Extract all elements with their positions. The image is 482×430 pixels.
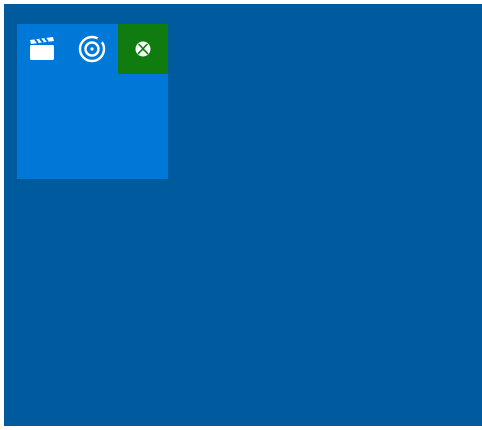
tile-group	[17, 24, 168, 179]
xbox-tile[interactable]	[118, 24, 168, 74]
clapperboard-icon	[29, 37, 55, 61]
start-screen	[4, 4, 482, 426]
disc-icon	[78, 35, 106, 63]
xbox-icon	[135, 41, 151, 57]
groove-tile[interactable]	[67, 24, 117, 74]
movies-tile[interactable]	[17, 24, 67, 74]
